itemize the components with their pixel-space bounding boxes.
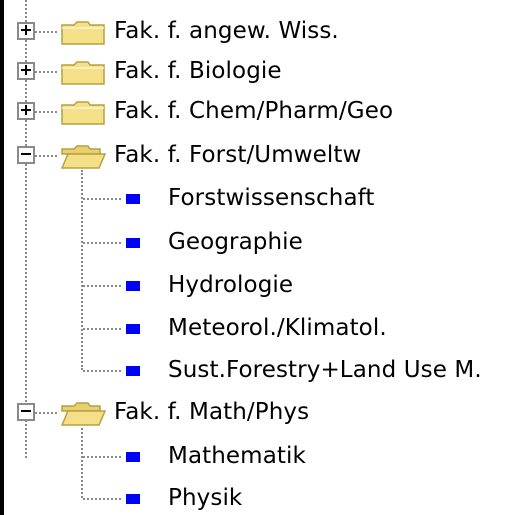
tree-leaf-physik[interactable]: Physik: [0, 480, 524, 515]
leaf-label[interactable]: Hydrologie: [168, 270, 293, 300]
tree-leaf-geographie[interactable]: Geographie: [0, 224, 524, 264]
collapse-toggle[interactable]: [17, 403, 35, 421]
node-label[interactable]: Fak. f. Biologie: [114, 56, 282, 86]
expand-toggle[interactable]: [17, 62, 35, 80]
tree-node-forst-umweltw[interactable]: Fak. f. Forst/Umweltw: [0, 137, 524, 177]
tree-leaf-hydrologie[interactable]: Hydrologie: [0, 267, 524, 307]
folder-closed-icon: [61, 61, 105, 85]
leaf-square-icon: [126, 366, 140, 376]
node-label[interactable]: Fak. f. Chem/Pharm/Geo: [114, 96, 393, 126]
tree-node-biologie[interactable]: Fak. f. Biologie: [0, 53, 524, 93]
tree-node-angew-wiss[interactable]: Fak. f. angew. Wiss.: [0, 13, 524, 53]
expand-toggle[interactable]: [17, 22, 35, 40]
folder-closed-icon: [61, 21, 105, 45]
leaf-label[interactable]: Meteorol./Klimatol.: [168, 313, 387, 343]
leaf-label[interactable]: Forstwissenschaft: [168, 183, 375, 213]
leaf-square-icon: [126, 452, 140, 462]
node-label[interactable]: Fak. f. Math/Phys: [114, 397, 309, 427]
collapse-toggle[interactable]: [17, 146, 35, 164]
leaf-label[interactable]: Physik: [168, 483, 242, 513]
leaf-square-icon: [126, 194, 140, 204]
leaf-square-icon: [126, 324, 140, 334]
leaf-square-icon: [126, 281, 140, 291]
folder-closed-icon: [61, 101, 105, 125]
leaf-label[interactable]: Mathematik: [168, 441, 306, 471]
expand-toggle[interactable]: [17, 102, 35, 120]
faculty-tree: Fak. f. angew. Wiss. Fak. f. Biologie Fa…: [0, 0, 524, 515]
tree-node-math-phys[interactable]: Fak. f. Math/Phys: [0, 394, 524, 434]
folder-open-icon: [60, 145, 106, 169]
tree-leaf-sust-forestry[interactable]: Sust.Forestry+Land Use M.: [0, 352, 524, 392]
folder-open-icon: [60, 402, 106, 426]
node-label[interactable]: Fak. f. Forst/Umweltw: [114, 140, 361, 170]
tree-node-chem-pharm-geo[interactable]: Fak. f. Chem/Pharm/Geo: [0, 93, 524, 133]
tree-leaf-mathematik[interactable]: Mathematik: [0, 438, 524, 478]
leaf-label[interactable]: Sust.Forestry+Land Use M.: [168, 355, 482, 385]
tree-leaf-forstwissenschaft[interactable]: Forstwissenschaft: [0, 180, 524, 220]
tree-leaf-meteorol-klimatol[interactable]: Meteorol./Klimatol.: [0, 310, 524, 350]
node-label[interactable]: Fak. f. angew. Wiss.: [114, 16, 339, 46]
leaf-square-icon: [126, 238, 140, 248]
leaf-square-icon: [126, 494, 140, 504]
leaf-label[interactable]: Geographie: [168, 227, 303, 257]
